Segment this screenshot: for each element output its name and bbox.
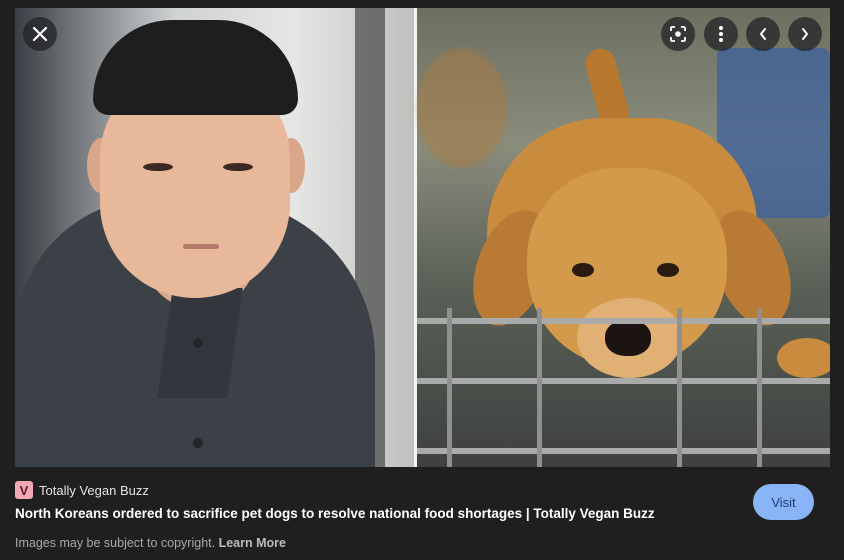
- visit-button[interactable]: Visit: [753, 484, 814, 520]
- lens-icon: [670, 26, 686, 42]
- cage: [417, 308, 830, 467]
- result-title-link[interactable]: North Koreans ordered to sacrifice pet d…: [15, 506, 655, 521]
- preview-image[interactable]: [15, 8, 830, 467]
- image-left-half-portrait: [15, 8, 414, 467]
- more-options-button[interactable]: [704, 17, 738, 51]
- image-right-half-puppy: [417, 8, 830, 467]
- chevron-right-icon: [802, 28, 808, 40]
- lens-search-button[interactable]: [661, 17, 695, 51]
- copyright-text: Images may be subject to copyright.: [15, 536, 216, 550]
- close-button[interactable]: [23, 17, 57, 51]
- image-viewer-panel: V Totally Vegan Buzz North Koreans order…: [0, 0, 844, 560]
- previous-image-button[interactable]: [746, 17, 780, 51]
- copyright-notice: Images may be subject to copyright. Lear…: [15, 536, 286, 550]
- next-image-button[interactable]: [788, 17, 822, 51]
- more-vert-icon: [719, 26, 723, 42]
- source-row[interactable]: V Totally Vegan Buzz: [15, 481, 149, 499]
- close-icon: [32, 26, 48, 42]
- learn-more-link[interactable]: Learn More: [219, 536, 286, 550]
- source-name[interactable]: Totally Vegan Buzz: [39, 483, 149, 498]
- chevron-left-icon: [760, 28, 766, 40]
- source-favicon: V: [15, 481, 33, 499]
